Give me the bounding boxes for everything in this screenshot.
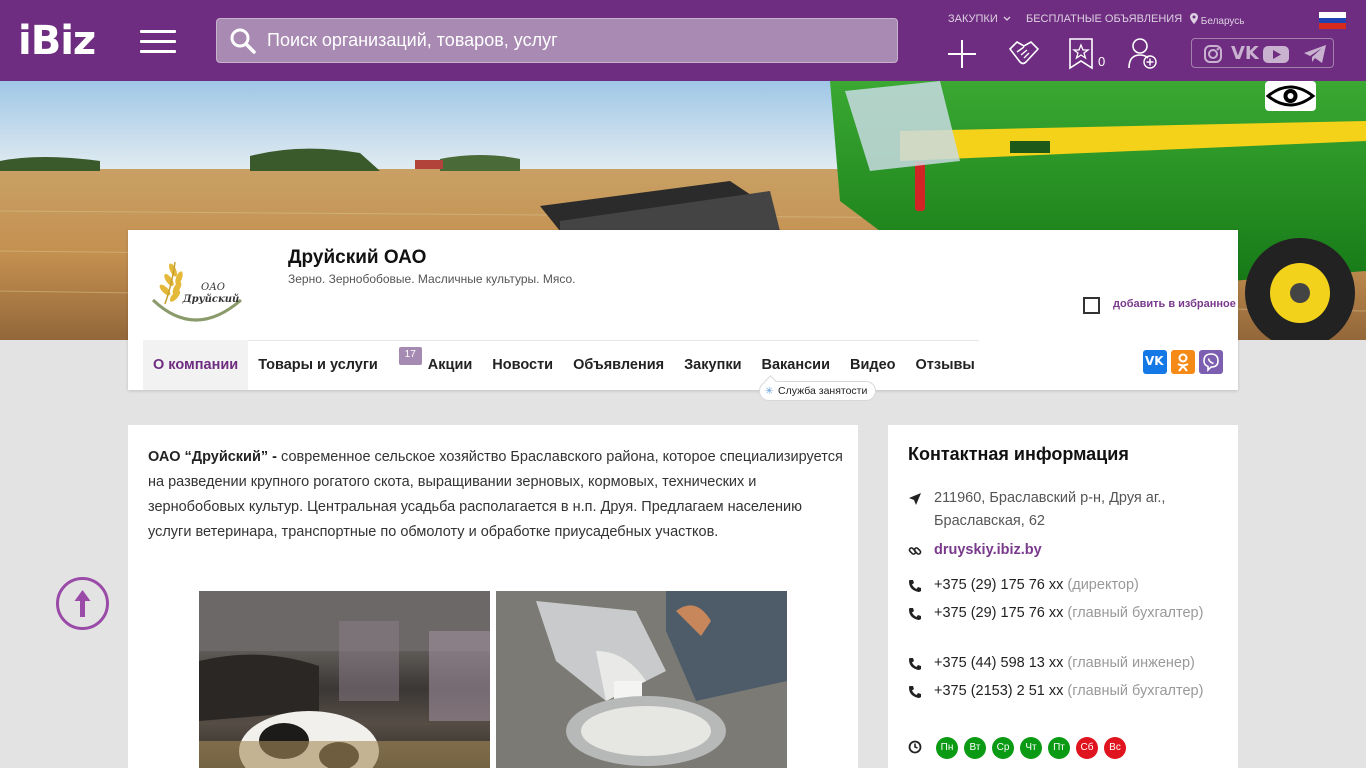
day-tue[interactable]: Вт [964, 737, 986, 759]
day-mon[interactable]: Пн [936, 737, 958, 759]
phone-note: (директор) [1067, 577, 1139, 593]
share-viber-icon[interactable] [1199, 350, 1223, 374]
phone-icon [909, 658, 921, 670]
phone-row: +375 (29) 175 76 хх (главный бухгалтер) [908, 602, 1228, 625]
day-wed[interactable]: Ср [992, 737, 1014, 759]
company-name: Друйский ОАО [288, 247, 427, 268]
phone-number[interactable]: +375 (29) 175 76 хх [934, 605, 1063, 621]
website-row: druyskiy.ibiz.by [908, 539, 1228, 562]
phone-icon [909, 686, 921, 698]
phone-row: +375 (29) 175 76 хх (директор) [908, 574, 1228, 597]
day-sun[interactable]: Вс [1104, 737, 1126, 759]
social-links: VK [1191, 38, 1334, 68]
instagram-icon[interactable] [1203, 44, 1223, 69]
about-section: ОАО “Друйский” - современное сельское хо… [128, 425, 858, 768]
snowflake-icon: ✳ [765, 386, 774, 397]
region-selector[interactable]: Беларусь [1190, 13, 1245, 27]
tab-promotions[interactable]: Акции [418, 340, 482, 390]
add-user-icon[interactable] [1127, 36, 1159, 70]
favorites-icon[interactable] [1068, 36, 1094, 70]
add-favorite-link[interactable]: добавить в избранное [1113, 298, 1236, 310]
free-ads-link[interactable]: БЕСПЛАТНЫЕ ОБЪЯВЛЕНИЯ [1026, 13, 1182, 25]
tab-products[interactable]: Товары и услуги 17 [248, 340, 422, 390]
company-logo-text: ОАО [201, 282, 225, 293]
phone-note: (главный инженер) [1067, 655, 1195, 671]
link-icon [908, 547, 922, 555]
tooltip-label: Служба занятости [778, 385, 868, 397]
address-text: 211960, Браславский р-н, Друя аг., Брасл… [934, 490, 1166, 529]
telegram-icon[interactable] [1303, 44, 1327, 69]
site-logo[interactable]: iBiz [18, 18, 96, 64]
tab-ads[interactable]: Объявления [563, 340, 674, 390]
company-logo: ОАО Друйский [143, 240, 248, 340]
phone-number[interactable]: +375 (44) 598 13 хх [934, 655, 1063, 671]
address-row: 211960, Браславский р-н, Друя аг., Брасл… [908, 487, 1228, 533]
company-subtitle: Зерно. Зернобобовые. Масличные культуры.… [288, 272, 576, 286]
tab-reviews[interactable]: Отзывы [906, 340, 985, 390]
eye-icon [1265, 85, 1316, 107]
language-flag-icon[interactable] [1319, 12, 1346, 29]
tab-purchases[interactable]: Закупки [674, 340, 751, 390]
description-lead: ОАО “Друйский” - [148, 449, 277, 465]
tab-news[interactable]: Новости [482, 340, 563, 390]
menu-icon[interactable] [140, 30, 176, 54]
company-logo-text-2: Друйский [182, 294, 240, 305]
search-input[interactable] [267, 19, 887, 62]
vk-glyph: VK [1145, 354, 1164, 368]
contact-info-panel: Контактная информация 211960, Браславски… [888, 425, 1238, 768]
phone-row: +375 (2153) 2 51 хх (главный бухгалтер) [908, 680, 1228, 703]
arrow-up-icon [74, 590, 91, 617]
contacts-title: Контактная информация [908, 444, 1129, 464]
photo-cows[interactable] [199, 591, 490, 768]
company-description: ОАО “Друйский” - современное сельское хо… [148, 445, 848, 545]
youtube-icon[interactable] [1262, 44, 1290, 69]
day-sat[interactable]: Сб [1076, 737, 1098, 759]
employment-service-tooltip[interactable]: ✳ Служба занятости [759, 381, 877, 401]
phone-note: (главный бухгалтер) [1067, 605, 1204, 621]
phone-note: (главный бухгалтер) [1067, 683, 1204, 699]
company-card: ОАО Друйский Друйский ОАО Зерно. Зернобо… [128, 230, 1238, 390]
region-label: Беларусь [1200, 16, 1245, 27]
tab-products-label: Товары и услуги [258, 357, 378, 373]
share-vk-icon[interactable]: VK [1143, 350, 1167, 374]
search-icon[interactable] [230, 28, 256, 54]
clock-icon [908, 740, 922, 754]
day-thu[interactable]: Чт [1020, 737, 1042, 759]
location-pin-icon [1190, 13, 1198, 24]
day-fri[interactable]: Пт [1048, 737, 1070, 759]
search-bar [216, 18, 898, 63]
phone-row: +375 (44) 598 13 хх (главный инженер) [908, 652, 1228, 675]
photo-milk[interactable] [496, 591, 787, 768]
add-favorite-checkbox[interactable] [1083, 297, 1100, 314]
site-header: iBiz ЗАКУПКИ БЕСПЛАТНЫЕ ОБЪЯВЛЕНИЯ Белар… [0, 0, 1366, 81]
location-arrow-icon [909, 493, 921, 505]
phone-number[interactable]: +375 (29) 175 76 хх [934, 577, 1063, 593]
accessibility-eye-button[interactable] [1265, 81, 1316, 111]
vk-icon[interactable]: VK [1231, 43, 1259, 64]
handshake-icon[interactable] [1007, 36, 1041, 70]
website-link[interactable]: druyskiy.ibiz.by [934, 542, 1042, 558]
purchases-link[interactable]: ЗАКУПКИ [948, 13, 1011, 25]
favorites-count: 0 [1098, 54, 1106, 69]
working-days: Пн Вт Ср Чт Пт Сб Вс [936, 737, 1126, 759]
add-icon[interactable] [947, 36, 977, 70]
phone-icon [909, 608, 921, 620]
scroll-to-top-button[interactable] [56, 577, 109, 630]
tab-about[interactable]: О компании [143, 340, 249, 390]
phone-icon [909, 580, 921, 592]
chevron-down-icon [1003, 16, 1011, 21]
phone-number[interactable]: +375 (2153) 2 51 хх [934, 683, 1063, 699]
share-odnoklassniki-icon[interactable] [1171, 350, 1195, 374]
purchases-label: ЗАКУПКИ [948, 13, 998, 25]
